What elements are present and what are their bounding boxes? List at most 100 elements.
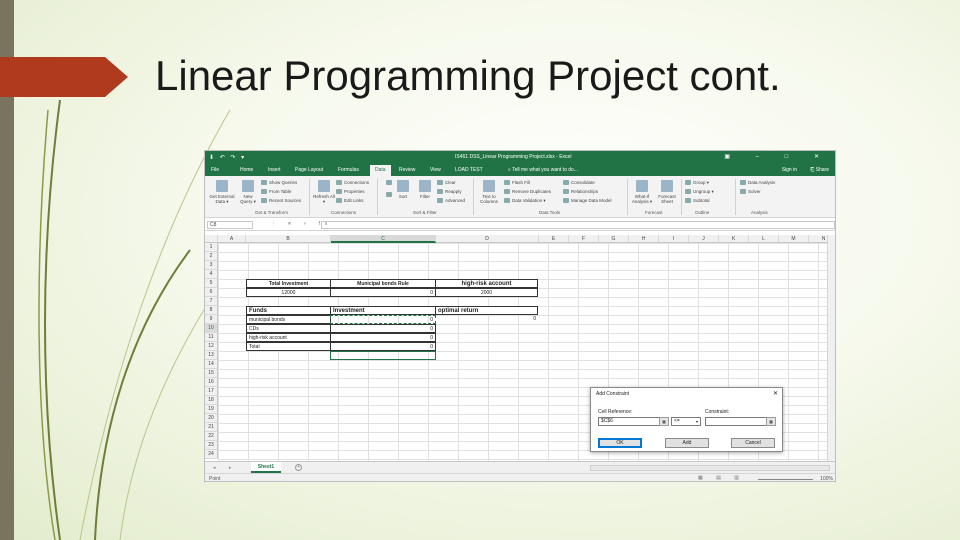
- tab-load-test[interactable]: LOAD TEST: [455, 167, 483, 173]
- formula-input[interactable]: [321, 221, 835, 229]
- sheet-nav-arrows[interactable]: ◂ ▸: [213, 465, 237, 471]
- row-header-7[interactable]: 7: [205, 297, 218, 306]
- add-sheet-button[interactable]: +: [295, 464, 302, 471]
- edit-links-button[interactable]: Edit Links: [336, 198, 364, 204]
- relationships-button[interactable]: Relationships: [563, 189, 598, 195]
- cell-b5[interactable]: Funds: [246, 306, 331, 315]
- cell-c8[interactable]: 0: [330, 333, 436, 342]
- new-query-button[interactable]: New Query ▾: [238, 180, 258, 205]
- cell-d2[interactable]: high-risk account: [435, 279, 538, 288]
- tab-file[interactable]: File: [211, 167, 219, 173]
- column-header-i[interactable]: I: [659, 235, 689, 243]
- cell-b2[interactable]: Total Investment: [246, 279, 331, 288]
- tab-data[interactable]: Data: [370, 165, 391, 176]
- cell-d3[interactable]: 2000: [435, 288, 538, 297]
- reapply-button[interactable]: Reapply: [437, 189, 462, 195]
- row-header-22[interactable]: 22: [205, 432, 218, 441]
- column-header-k[interactable]: K: [719, 235, 749, 243]
- row-header-10[interactable]: 10: [205, 324, 218, 333]
- row-header-24[interactable]: 24: [205, 450, 218, 459]
- group-button[interactable]: Group ▾: [685, 180, 709, 186]
- tell-me-search[interactable]: ⌕ Tell me what you want to do...: [508, 167, 578, 173]
- column-header-f[interactable]: F: [569, 235, 599, 243]
- row-header-16[interactable]: 16: [205, 378, 218, 387]
- row-header-4[interactable]: 4: [205, 270, 218, 279]
- view-mode-icons[interactable]: ▦ ▤ ▥: [698, 475, 745, 481]
- clear-button[interactable]: Clear: [437, 180, 456, 186]
- collapse-dialog-icon[interactable]: ▦: [659, 417, 669, 426]
- constraint-input[interactable]: [705, 417, 767, 426]
- row-header-2[interactable]: 2: [205, 252, 218, 261]
- column-header-m[interactable]: M: [779, 235, 809, 243]
- show-queries-button[interactable]: Show Queries: [261, 180, 297, 186]
- operator-select[interactable]: <= ▾: [671, 417, 701, 426]
- sort-button[interactable]: Sort: [396, 180, 410, 199]
- column-header-j[interactable]: J: [689, 235, 719, 243]
- consolidate-button[interactable]: Consolidate: [563, 180, 595, 186]
- row-header-5[interactable]: 5: [205, 279, 218, 288]
- row-header-6[interactable]: 6: [205, 288, 218, 297]
- tab-formulas[interactable]: Formulas: [338, 167, 359, 173]
- cell-c3[interactable]: 0: [330, 288, 436, 297]
- zoom-slider[interactable]: [758, 479, 813, 480]
- cell-reference-input[interactable]: $C$6: [598, 417, 661, 426]
- row-header-14[interactable]: 14: [205, 360, 218, 369]
- solver-button[interactable]: Solver: [740, 189, 761, 195]
- sign-in-link[interactable]: Sign in: [782, 167, 797, 173]
- row-header-9[interactable]: 9: [205, 315, 218, 324]
- row-header-15[interactable]: 15: [205, 369, 218, 378]
- column-header-e[interactable]: E: [539, 235, 569, 243]
- row-header-21[interactable]: 21: [205, 423, 218, 432]
- cell-c10[interactable]: [330, 351, 436, 360]
- cell-b3[interactable]: 12000: [246, 288, 331, 297]
- column-header-d[interactable]: D: [436, 235, 539, 243]
- column-header-c[interactable]: C: [331, 235, 436, 243]
- cell-b7[interactable]: CDs: [246, 324, 331, 333]
- remove-duplicates-button[interactable]: Remove Duplicates: [504, 189, 551, 195]
- row-header-3[interactable]: 3: [205, 261, 218, 270]
- what-if-analysis-button[interactable]: What-If Analysis ▾: [630, 180, 654, 205]
- column-header-b[interactable]: B: [246, 235, 331, 243]
- filter-button[interactable]: Filter: [417, 180, 433, 199]
- select-all-corner[interactable]: [205, 235, 218, 243]
- column-header-l[interactable]: L: [749, 235, 779, 243]
- sheet-tab-sheet1[interactable]: Sheet1: [251, 462, 281, 473]
- horizontal-scrollbar[interactable]: [590, 465, 830, 471]
- spreadsheet-grid[interactable]: ABCDEFGHIJKLMN 1 2 3 4 5 6 7 8 9 10 11 12 13 14 15 16 17…: [205, 235, 835, 461]
- close-icon[interactable]: ✕: [773, 390, 778, 397]
- connections-button[interactable]: Connections: [336, 180, 369, 186]
- tab-view[interactable]: View: [430, 167, 441, 173]
- column-header-g[interactable]: G: [599, 235, 629, 243]
- manage-data-model-button[interactable]: Manage Data Model: [563, 198, 612, 204]
- row-header-13[interactable]: 13: [205, 351, 218, 360]
- refresh-all-button[interactable]: Refresh All ▾: [313, 180, 335, 205]
- properties-button[interactable]: Properties: [336, 189, 365, 195]
- advanced-filter-button[interactable]: Advanced: [437, 198, 465, 204]
- data-analysis-button[interactable]: Data Analysis: [740, 180, 775, 186]
- cell-b9[interactable]: Total: [246, 342, 331, 351]
- tab-review[interactable]: Review: [399, 167, 415, 173]
- ok-button[interactable]: OK: [598, 438, 642, 448]
- flash-fill-button[interactable]: Flash Fill: [504, 180, 530, 186]
- from-table-button[interactable]: From Table: [261, 189, 291, 195]
- column-header-h[interactable]: H: [629, 235, 659, 243]
- quick-access-toolbar[interactable]: ⬇ ↶ ↷ ▾: [209, 154, 246, 161]
- collapse-dialog-icon[interactable]: ▦: [766, 417, 776, 426]
- share-button[interactable]: ⎗ Share: [810, 167, 829, 173]
- text-to-columns-button[interactable]: Text to Columns: [477, 180, 501, 204]
- zoom-level[interactable]: 100%: [820, 476, 833, 481]
- recent-sources-button[interactable]: Recent Sources: [261, 198, 301, 204]
- window-controls[interactable]: ▣ – □ ✕: [724, 153, 831, 160]
- tab-insert[interactable]: Insert: [268, 167, 281, 173]
- cell-c9[interactable]: 0: [330, 342, 436, 351]
- row-header-18[interactable]: 18: [205, 396, 218, 405]
- cell-d6[interactable]: 0: [435, 315, 538, 324]
- cell-b8[interactable]: high-risk account: [246, 333, 331, 342]
- cell-d5[interactable]: optimal return: [435, 306, 538, 315]
- vertical-scrollbar[interactable]: [827, 235, 835, 461]
- row-header-11[interactable]: 11: [205, 333, 218, 342]
- cell-c7[interactable]: 0: [330, 324, 436, 333]
- cell-b6[interactable]: municipal bonds: [246, 315, 331, 324]
- ungroup-button[interactable]: Ungroup ▾: [685, 189, 714, 195]
- cell-c5[interactable]: Investment: [330, 306, 436, 315]
